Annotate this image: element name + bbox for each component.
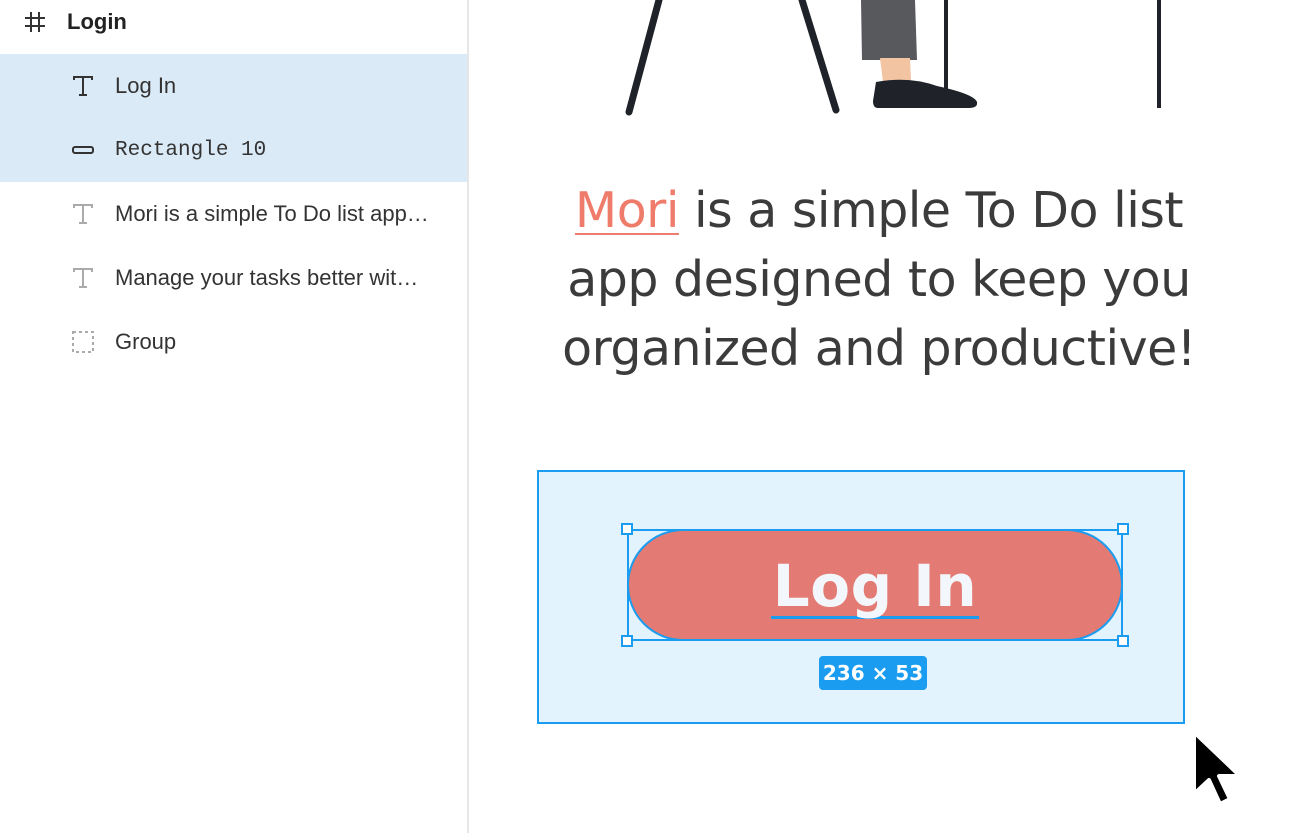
resize-handle-top-left[interactable] [621, 523, 633, 535]
layer-item-manage-text[interactable]: Manage your tasks better wit… [0, 246, 467, 310]
layer-item-mori-text[interactable]: Mori is a simple To Do list app… [0, 182, 467, 246]
layer-item-label: Mori is a simple To Do list app… [115, 201, 429, 226]
illustration-leg-left [625, 0, 663, 116]
selection-size-badge: 236 × 53 [819, 656, 927, 690]
resize-handle-top-right[interactable] [1117, 523, 1129, 535]
illustration-shoe [873, 79, 978, 108]
illustration-ankle [880, 58, 911, 82]
layer-item-label: Group [115, 329, 177, 354]
layer-item-rectangle-10[interactable]: Rectangle 10 [0, 118, 467, 182]
group-icon [70, 329, 96, 355]
layer-item-group[interactable]: Group [0, 310, 467, 374]
illustration-trousers [861, 0, 917, 60]
layer-item-label: Manage your tasks better wit… [115, 265, 419, 290]
layer-item-label: Log In [115, 73, 177, 98]
illustration [625, 0, 1161, 116]
layer-frame-label: Login [67, 9, 127, 34]
login-button[interactable]: Log In [627, 529, 1123, 641]
login-button-label: Log In [770, 551, 980, 620]
layer-item-log-in-text[interactable]: Log In [0, 54, 467, 118]
resize-handle-bottom-left[interactable] [621, 635, 633, 647]
app-description-text[interactable]: Mori is a simple To Do list app designed… [559, 176, 1199, 383]
text-icon [70, 265, 96, 291]
hash-icon [22, 9, 48, 35]
layer-frame-login[interactable]: Login [0, 0, 467, 54]
pointer-cursor-icon [1192, 730, 1242, 806]
illustration-leg-right [798, 0, 840, 114]
layer-item-label: Rectangle 10 [115, 138, 267, 162]
layers-panel: Login Log In Rectangle 10 Mori is a simp… [0, 0, 469, 833]
text-icon [70, 73, 96, 99]
text-icon [70, 201, 96, 227]
rectangle-icon [70, 137, 96, 163]
resize-handle-bottom-right[interactable] [1117, 635, 1129, 647]
design-canvas[interactable]: Mori is a simple To Do list app designed… [469, 0, 1309, 833]
brand-name: Mori [574, 182, 680, 239]
